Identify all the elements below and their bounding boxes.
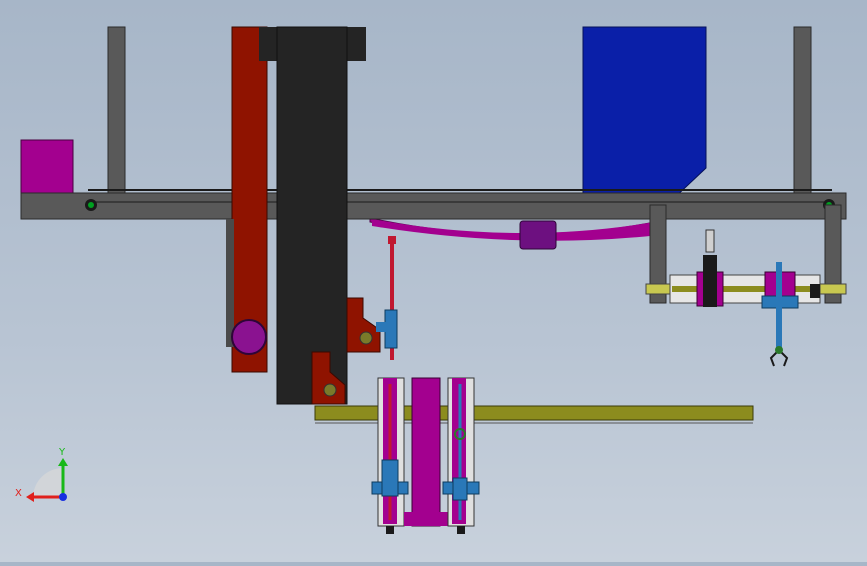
purple-motor: [519, 220, 557, 250]
axis-y-label: Y: [58, 447, 66, 458]
axis-x-label: X: [15, 488, 22, 499]
frame-left-post: [107, 26, 126, 206]
frame-right-post: [793, 26, 812, 206]
coordinate-triad: Y X: [15, 447, 68, 502]
blue-slider-upper: [384, 309, 398, 349]
black-column: [276, 26, 348, 405]
assembly-drawing: Y X: [15, 26, 847, 534]
magenta-block: [20, 139, 74, 194]
gripper-rod: [776, 262, 782, 350]
lower-center-block: [411, 377, 441, 527]
red-column-lower-bracket: [226, 219, 234, 347]
blue-block: [582, 26, 707, 201]
purple-roller: [231, 319, 267, 355]
cad-viewport[interactable]: Y X: [0, 0, 867, 562]
main-beam: [20, 192, 847, 220]
